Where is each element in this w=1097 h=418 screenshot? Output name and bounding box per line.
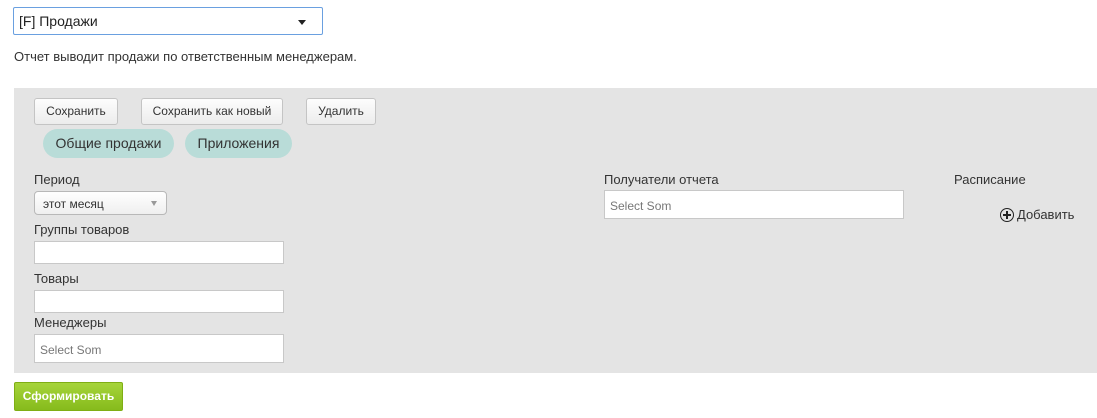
tab-attachments[interactable]: Приложения xyxy=(185,129,292,158)
product-groups-label: Группы товаров xyxy=(34,222,130,237)
managers-input[interactable]: Select Som xyxy=(34,334,284,363)
products-label: Товары xyxy=(34,271,79,286)
managers-label: Менеджеры xyxy=(34,315,107,330)
report-settings-panel: Сохранить Сохранить как новый Удалить Об… xyxy=(14,88,1097,373)
report-selector-value: [F] Продажи xyxy=(19,13,98,29)
product-groups-input[interactable] xyxy=(34,241,284,264)
managers-placeholder: Select Som xyxy=(40,343,102,357)
recipients-label: Получатели отчета xyxy=(604,172,719,187)
products-input[interactable] xyxy=(34,290,284,313)
generate-button[interactable]: Сформировать xyxy=(14,382,123,411)
save-button[interactable]: Сохранить xyxy=(34,98,118,125)
add-circle-icon xyxy=(1000,208,1014,222)
recipients-input[interactable]: Select Som xyxy=(604,190,904,219)
add-schedule-label: Добавить xyxy=(1017,207,1075,222)
dropdown-arrow-icon xyxy=(151,201,157,206)
chevron-down-icon xyxy=(298,20,306,25)
report-selector[interactable]: [F] Продажи xyxy=(13,7,323,35)
period-label: Период xyxy=(34,172,80,187)
recipients-placeholder: Select Som xyxy=(610,199,672,213)
tab-general-sales[interactable]: Общие продажи xyxy=(43,129,174,158)
report-description: Отчет выводит продажи по ответственным м… xyxy=(14,49,357,64)
period-select[interactable]: этот месяц xyxy=(34,191,167,215)
save-as-new-button[interactable]: Сохранить как новый xyxy=(141,98,283,125)
period-value: этот месяц xyxy=(43,197,104,211)
delete-button[interactable]: Удалить xyxy=(306,98,376,125)
add-schedule-button[interactable]: Добавить xyxy=(1000,207,1074,222)
schedule-label: Расписание xyxy=(954,172,1026,187)
